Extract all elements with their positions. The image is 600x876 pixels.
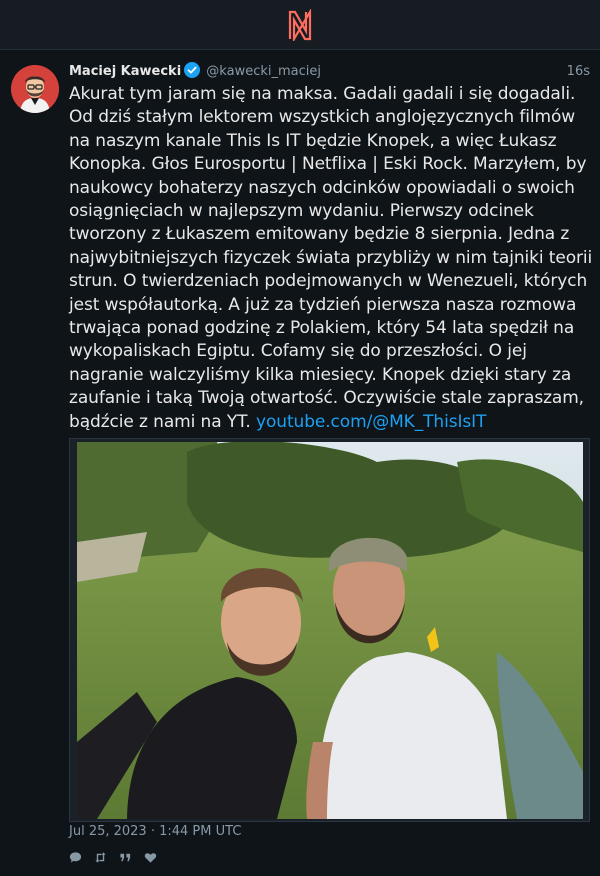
nitter-logo-icon[interactable] xyxy=(285,9,315,41)
tweet-link[interactable]: youtube.com/@MK_ThisIsIT xyxy=(256,412,486,432)
tweet-time[interactable]: 16s xyxy=(567,62,590,82)
tweet-text: Akurat tym jaram się na maksa. Gadali ga… xyxy=(69,84,593,432)
tweet-content: Akurat tym jaram się na maksa. Gadali ga… xyxy=(69,83,593,434)
author-fullname[interactable]: Maciej Kawecki xyxy=(69,64,181,79)
heart-icon[interactable] xyxy=(144,851,157,864)
avatar[interactable] xyxy=(11,65,59,113)
quote-icon[interactable] xyxy=(119,851,132,864)
tweet-stats xyxy=(69,848,157,866)
author-handle[interactable]: @kawecki_maciej xyxy=(206,64,321,79)
tweet-date[interactable]: Jul 25, 2023 · 1:44 PM UTC xyxy=(69,823,241,841)
tweet-media[interactable] xyxy=(69,438,590,822)
tweet-card: Maciej Kawecki @kawecki_maciej 16s Akura… xyxy=(0,51,600,876)
tweet-photo[interactable] xyxy=(77,442,583,819)
verified-badge-icon xyxy=(184,62,201,78)
top-navigation-bar xyxy=(0,0,600,50)
retweet-icon[interactable] xyxy=(94,851,107,864)
tweet-header: Maciej Kawecki @kawecki_maciej 16s xyxy=(69,62,590,82)
comment-icon[interactable] xyxy=(69,851,82,864)
